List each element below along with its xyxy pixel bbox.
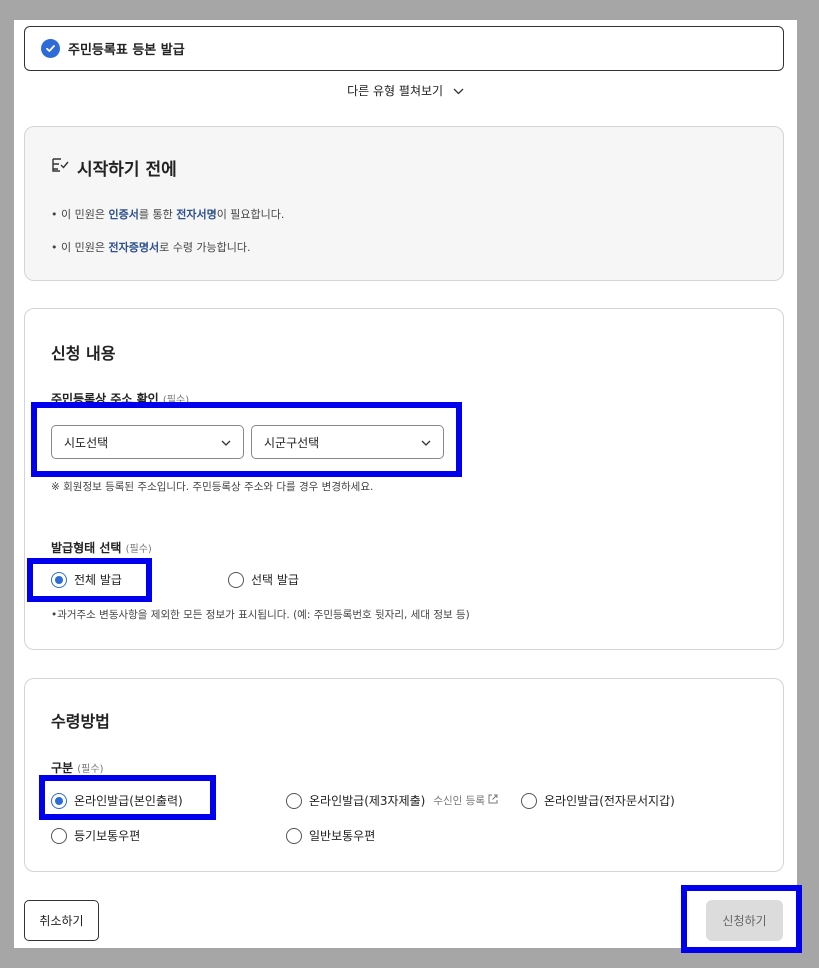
radio-label: 등기보통우편 — [74, 829, 141, 843]
radio-unselected-icon — [228, 571, 244, 588]
more-types-label: 다른 유형 펼쳐보기 — [347, 84, 444, 98]
notice-emphasis: 인증서 — [108, 208, 139, 221]
radio-label: 온라인발급(제3자제출) — [309, 794, 426, 808]
radio-regular-mail[interactable]: 일반보통우편 — [286, 827, 375, 844]
document-header: 주민등록표 등본 발급 — [24, 26, 784, 71]
required-badge: (필수) — [77, 764, 104, 775]
issue-type-label: 발급형태 선택 (필수) — [51, 539, 152, 556]
notice-certificate: • 이 민원은 전자증명서로 수령 가능합니다. — [51, 239, 251, 255]
radio-label: 온라인발급(전자문서지갑) — [544, 794, 675, 808]
notice-text: 를 통한 — [138, 208, 177, 221]
issue-type-label-text: 발급형태 선택 — [51, 541, 122, 555]
recipient-register-link[interactable]: 수신인 등록 — [433, 793, 498, 808]
address-hint: ※ 회원정보 등록된 주소입니다. 주민등록상 주소와 다를 경우 변경하세요. — [51, 481, 374, 493]
radio-label: 선택 발급 — [251, 573, 299, 587]
required-badge: (필수) — [125, 544, 152, 555]
receive-method-title: 수령방법 — [51, 712, 110, 731]
receive-category-label: 구분 (필수) — [51, 759, 103, 776]
radio-partial-issue[interactable]: 선택 발급 — [228, 571, 299, 588]
notice-text: • 이 민원은 — [51, 208, 109, 221]
highlight-box-submit — [681, 885, 802, 953]
notice-signature: • 이 민원은 인증서를 통한 전자서명이 필요합니다. — [51, 206, 284, 222]
highlight-box-address — [31, 402, 462, 477]
radio-online-wallet[interactable]: 온라인발급(전자문서지갑) — [521, 792, 675, 809]
radio-unselected-icon — [286, 792, 302, 809]
notice-text: 이 필요합니다. — [216, 208, 285, 221]
before-start-heading: 시작하기 전에 — [51, 155, 177, 180]
cancel-button[interactable]: 취소하기 — [24, 900, 99, 941]
receive-category-label-text: 구분 — [51, 761, 74, 775]
radio-label: 일반보통우편 — [309, 829, 376, 843]
before-start-title: 시작하기 전에 — [77, 160, 177, 180]
notice-emphasis: 전자증명서 — [108, 241, 160, 254]
radio-unselected-icon — [521, 792, 537, 809]
notice-text: 로 수령 가능합니다. — [159, 241, 251, 254]
notice-emphasis: 전자서명 — [176, 208, 217, 221]
checklist-icon — [51, 156, 77, 179]
check-icon — [41, 39, 60, 58]
radio-unselected-icon — [286, 827, 302, 844]
radio-online-third-party[interactable]: 온라인발급(제3자제출) 수신인 등록 — [286, 792, 498, 809]
application-title: 신청 내용 — [51, 344, 116, 363]
notice-text: • 이 민원은 — [51, 241, 109, 254]
external-link-icon — [488, 794, 498, 807]
highlight-box-receive-method — [39, 775, 216, 820]
radio-unselected-icon — [51, 827, 67, 844]
more-types-toggle[interactable]: 다른 유형 펼쳐보기 — [14, 82, 797, 99]
before-start-card: 시작하기 전에 • 이 민원은 인증서를 통한 전자서명이 필요합니다. • 이… — [24, 126, 784, 281]
issue-type-hint: •과거주소 변동사항을 제외한 모든 정보가 표시됩니다. (예: 주민등록번호… — [51, 609, 470, 621]
chevron-down-icon — [453, 85, 464, 98]
document-title: 주민등록표 등본 발급 — [68, 43, 185, 58]
radio-registered-mail[interactable]: 등기보통우편 — [51, 827, 140, 844]
recipient-register-label: 수신인 등록 — [433, 795, 485, 807]
highlight-box-issue-type — [27, 558, 152, 602]
